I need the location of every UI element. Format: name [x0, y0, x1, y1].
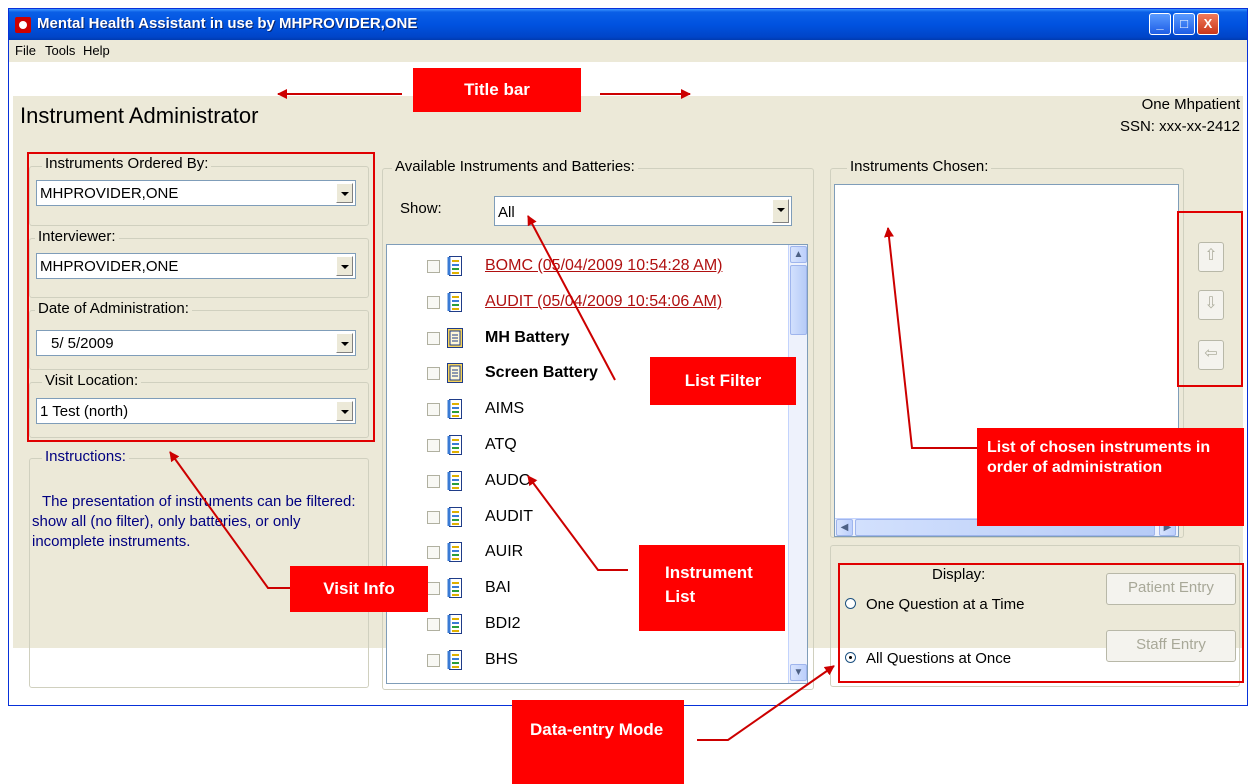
annotation-instrument-list: Instrument List: [639, 545, 785, 631]
annotation-arrows: [169, 89, 980, 741]
annotation-list-filter: List Filter: [650, 357, 796, 405]
annotation-chosen-list: List of chosen instruments in order of a…: [977, 428, 1244, 526]
annotation-visit-info: Visit Info: [290, 566, 428, 612]
annotation-title-bar: Title bar: [413, 68, 581, 112]
annotation-data-entry-mode: Data-entry Mode: [512, 700, 684, 784]
